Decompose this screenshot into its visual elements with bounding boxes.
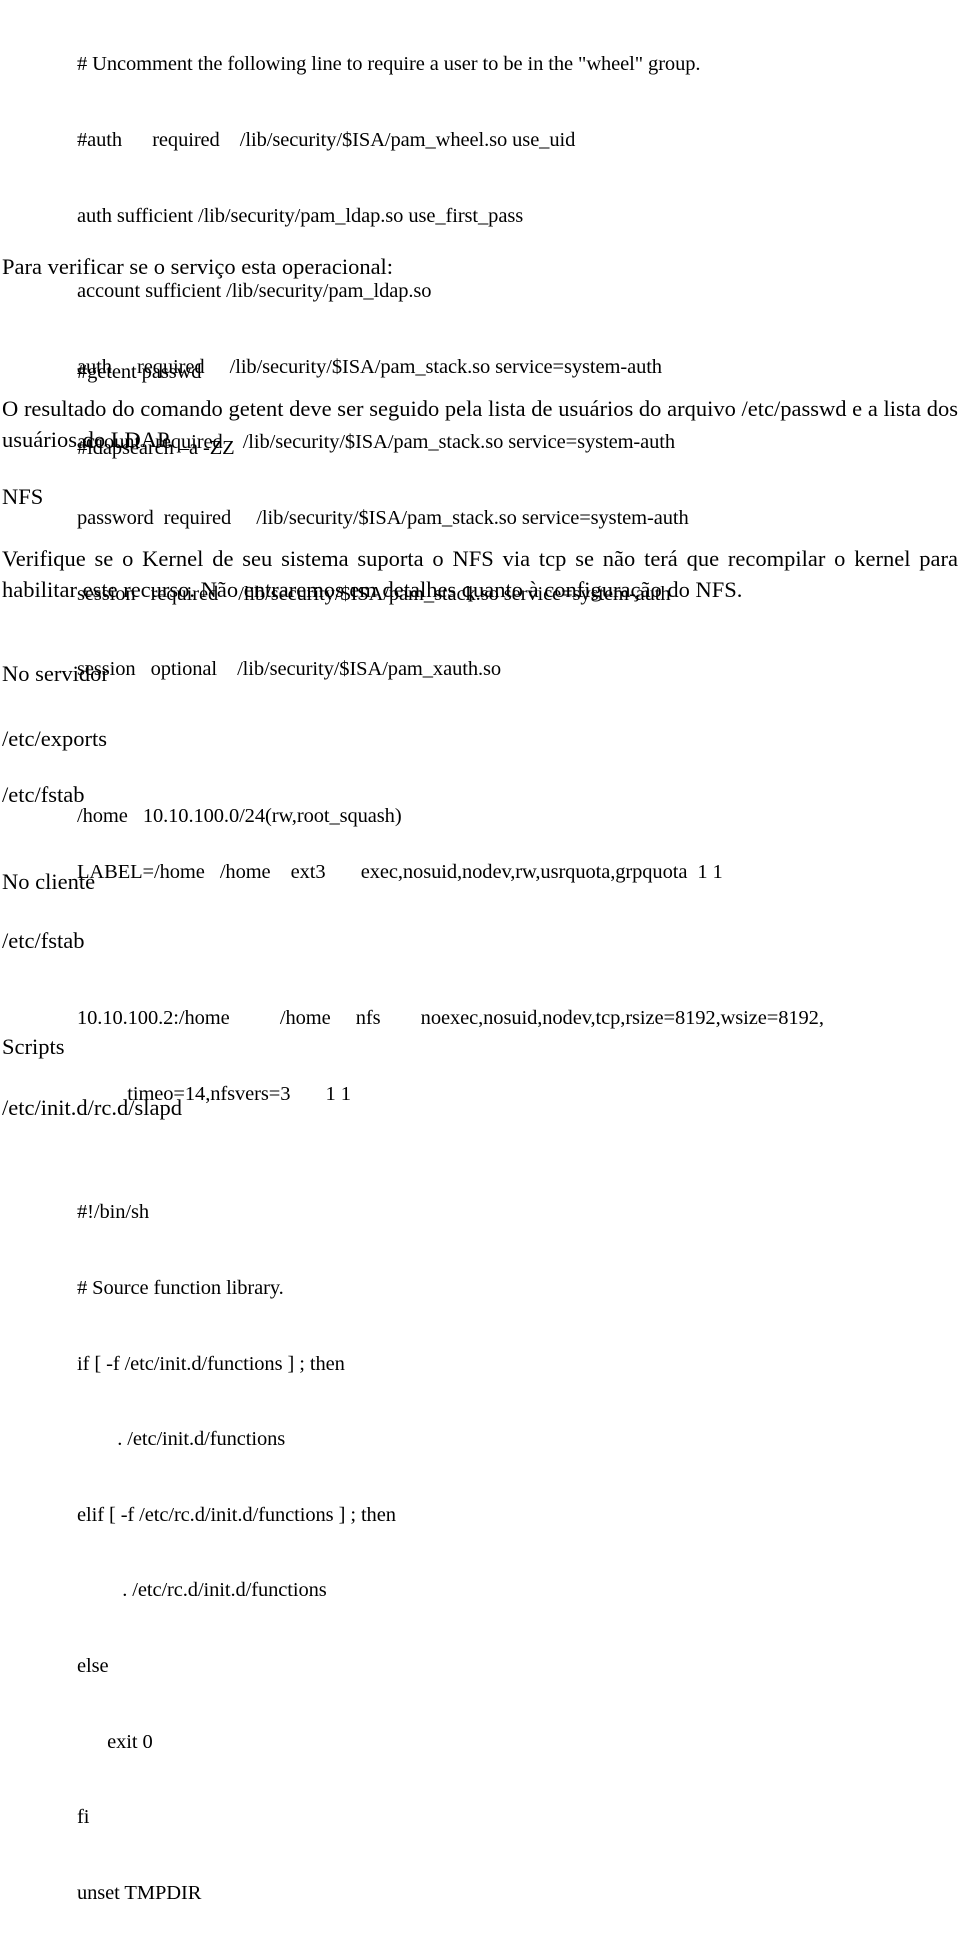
slapd-script-line: else [77, 1655, 109, 1678]
nfs-heading-wrap: NFS [0, 481, 960, 512]
client-fstab-entry: 10.10.100.2:/home /home nfs noexec,nosui… [77, 1007, 824, 1030]
client-section-heading: No cliente [2, 869, 96, 894]
client-fstab-path-wrap: /etc/fstab [0, 925, 960, 956]
slapd-script-line: fi [77, 1806, 90, 1829]
client-fstab-path: /etc/fstab [2, 928, 85, 953]
verify-intro-paragraph-wrap: Para verificar se o serviço esta operaci… [0, 251, 960, 282]
scripts-section-heading: Scripts [2, 1034, 65, 1059]
slapd-script-line: elif [ -f /etc/rc.d/init.d/functions ] ;… [77, 1503, 396, 1526]
slapd-script-line: #!/bin/sh [77, 1201, 149, 1224]
server-fstab-path-wrap: /etc/fstab [0, 779, 960, 810]
nfs-section-heading: NFS [2, 484, 44, 509]
pam-config-line: # Uncomment the following line to requir… [77, 53, 701, 76]
nfs-paragraph-wrap: Verifique se o Kernel de seu sistema sup… [0, 543, 960, 605]
client-heading-wrap: No cliente [0, 866, 960, 897]
slapd-script-line: unset TMPDIR [77, 1881, 202, 1904]
pam-config-line: #auth required /lib/security/$ISA/pam_wh… [77, 129, 576, 152]
document-page: # Uncomment the following line to requir… [0, 0, 960, 1903]
slapd-script-code-block: #!/bin/sh # Source function library. if … [0, 1150, 960, 1957]
slapd-script-line: if [ -f /etc/init.d/functions ] ; then [77, 1352, 345, 1375]
script-path-wrap: /etc/init.d/rc.d/slapd [0, 1092, 960, 1123]
slapd-script-line: exit 0 [77, 1730, 153, 1753]
scripts-heading-wrap: Scripts [0, 1031, 960, 1062]
server-exports-path: /etc/exports [2, 726, 107, 751]
server-fstab-path: /etc/fstab [2, 782, 85, 807]
slapd-script-path: /etc/init.d/rc.d/slapd [2, 1095, 182, 1120]
pam-config-line: auth sufficient /lib/security/pam_ldap.s… [77, 204, 524, 227]
nfs-description-paragraph: Verifique se o Kernel de seu sistema sup… [2, 546, 958, 602]
verify-intro-paragraph: Para verificar se o serviço esta operaci… [2, 254, 394, 279]
getent-result-paragraph: O resultado do comando getent deve ser s… [2, 396, 958, 452]
server-exports-path-wrap: /etc/exports [0, 723, 960, 754]
slapd-script-line: . /etc/rc.d/init.d/functions [77, 1579, 327, 1602]
server-heading-wrap: No servidor [0, 658, 960, 689]
getent-result-paragraph-wrap: O resultado do comando getent deve ser s… [0, 393, 960, 455]
slapd-script-line: . /etc/init.d/functions [77, 1428, 286, 1451]
slapd-script-lines: #!/bin/sh # Source function library. if … [0, 1150, 960, 1957]
pam-config-line: account sufficient /lib/security/pam_lda… [77, 280, 432, 303]
slapd-script-line: # Source function library. [77, 1277, 284, 1300]
server-section-heading: No servidor [2, 661, 109, 686]
verify-command-line: #getent passwd [77, 361, 202, 384]
